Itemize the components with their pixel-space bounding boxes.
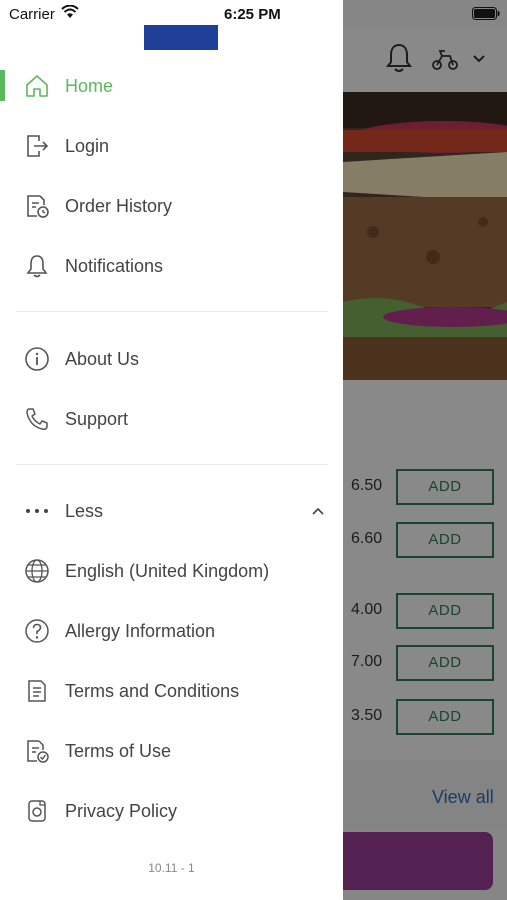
menu-item-label: Less [65,500,104,521]
carrier-label: Carrier [9,6,55,23]
home-icon [23,72,51,100]
document-icon [23,677,51,705]
document-check-icon [23,737,51,765]
menu-item-login[interactable]: Login [0,122,343,170]
menu-item-label: Allergy Information [65,620,216,641]
login-icon [23,132,51,160]
bell-icon [23,252,51,280]
more-dots-icon [23,497,51,525]
question-icon [23,617,51,645]
chevron-up-icon [311,506,325,516]
menu-toggle-less[interactable]: Less [0,487,343,535]
wifi-icon [61,5,79,19]
menu-item-label: Login [65,135,110,156]
menu-item-language[interactable]: English (United Kingdom) [0,547,343,595]
menu-item-terms-of-use[interactable]: Terms of Use [0,727,343,775]
menu-item-notifications[interactable]: Notifications [0,242,343,290]
menu-item-label: English (United Kingdom) [65,560,270,581]
menu-item-label: Support [65,408,129,429]
divider [16,311,328,312]
battery-icon [472,7,500,20]
privacy-icon [23,797,51,825]
status-bar: Carrier 6:25 PM [0,0,507,28]
menu-item-allergy-information[interactable]: Allergy Information [0,607,343,655]
menu-item-about-us[interactable]: About Us [0,335,343,383]
status-time: 6:25 PM [224,6,281,23]
menu-item-label: Privacy Policy [65,800,178,821]
menu-item-label: About Us [65,348,140,369]
menu-item-terms-and-conditions[interactable]: Terms and Conditions [0,667,343,715]
dim-overlay[interactable] [343,0,507,900]
menu-item-label: Notifications [65,255,164,276]
divider [16,464,328,465]
side-drawer: Home Login Order History Notifications A… [0,0,343,900]
menu-item-privacy-policy[interactable]: Privacy Policy [0,787,343,835]
info-icon [23,345,51,373]
menu-item-order-history[interactable]: Order History [0,182,343,230]
menu-item-label: Terms of Use [65,740,172,761]
brand-logo [144,25,218,50]
menu-item-label: Home [65,75,114,96]
menu-item-home[interactable]: Home [0,62,343,110]
menu-item-support[interactable]: Support [0,395,343,443]
menu-item-label: Terms and Conditions [65,680,240,701]
phone-icon [23,405,51,433]
menu-item-label: Order History [65,195,173,216]
order-history-icon [23,192,51,220]
globe-icon [23,557,51,585]
app-version: 10.11 - 1 [148,861,195,875]
